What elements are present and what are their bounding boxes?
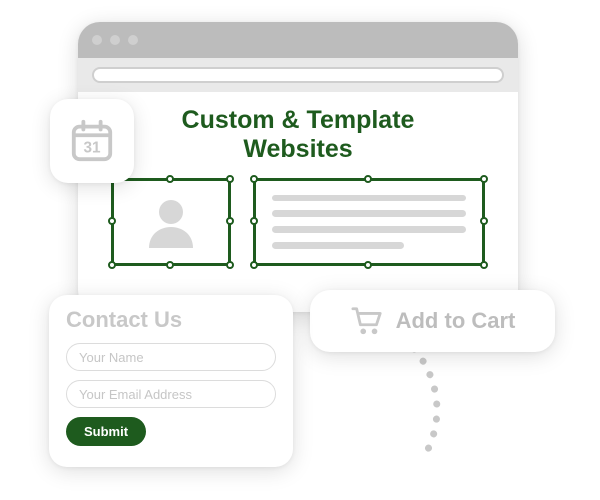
- text-edit-frame[interactable]: [253, 178, 485, 266]
- name-input[interactable]: [66, 343, 276, 371]
- cart-icon: [350, 305, 384, 337]
- calendar-icon: 31: [69, 118, 115, 164]
- url-bar[interactable]: [92, 67, 504, 83]
- resize-handle[interactable]: [108, 217, 116, 225]
- resize-handle[interactable]: [250, 175, 258, 183]
- resize-handle[interactable]: [250, 261, 258, 269]
- resize-handle[interactable]: [480, 261, 488, 269]
- browser-content: Custom & Template Websites: [78, 92, 518, 312]
- text-line-placeholder: [272, 242, 404, 249]
- submit-button[interactable]: Submit: [66, 417, 146, 446]
- image-edit-frame[interactable]: [111, 178, 231, 266]
- resize-handle[interactable]: [226, 261, 234, 269]
- resize-handle[interactable]: [364, 175, 372, 183]
- text-line-placeholder: [272, 195, 466, 202]
- calendar-card[interactable]: 31: [50, 99, 134, 183]
- resize-handle[interactable]: [250, 217, 258, 225]
- browser-titlebar: [78, 22, 518, 58]
- resize-handle[interactable]: [226, 217, 234, 225]
- edit-row: [100, 178, 496, 266]
- text-line-placeholder: [272, 210, 466, 217]
- window-dot: [92, 35, 102, 45]
- page-title: Custom & Template Websites: [138, 106, 458, 164]
- contact-title: Contact Us: [66, 307, 276, 333]
- resize-handle[interactable]: [166, 175, 174, 183]
- resize-handle[interactable]: [226, 175, 234, 183]
- resize-handle[interactable]: [480, 217, 488, 225]
- calendar-day: 31: [83, 140, 101, 157]
- text-line-placeholder: [272, 226, 466, 233]
- contact-form-card: Contact Us Submit: [49, 295, 293, 467]
- resize-handle[interactable]: [480, 175, 488, 183]
- resize-handle[interactable]: [364, 261, 372, 269]
- add-to-cart-button[interactable]: Add to Cart: [310, 290, 555, 352]
- add-to-cart-label: Add to Cart: [396, 308, 516, 334]
- window-dot: [128, 35, 138, 45]
- browser-window: Custom & Template Websites: [78, 22, 518, 312]
- email-input[interactable]: [66, 380, 276, 408]
- browser-toolbar: [78, 58, 518, 92]
- window-dot: [110, 35, 120, 45]
- user-avatar-icon: [139, 190, 203, 254]
- resize-handle[interactable]: [108, 261, 116, 269]
- resize-handle[interactable]: [166, 261, 174, 269]
